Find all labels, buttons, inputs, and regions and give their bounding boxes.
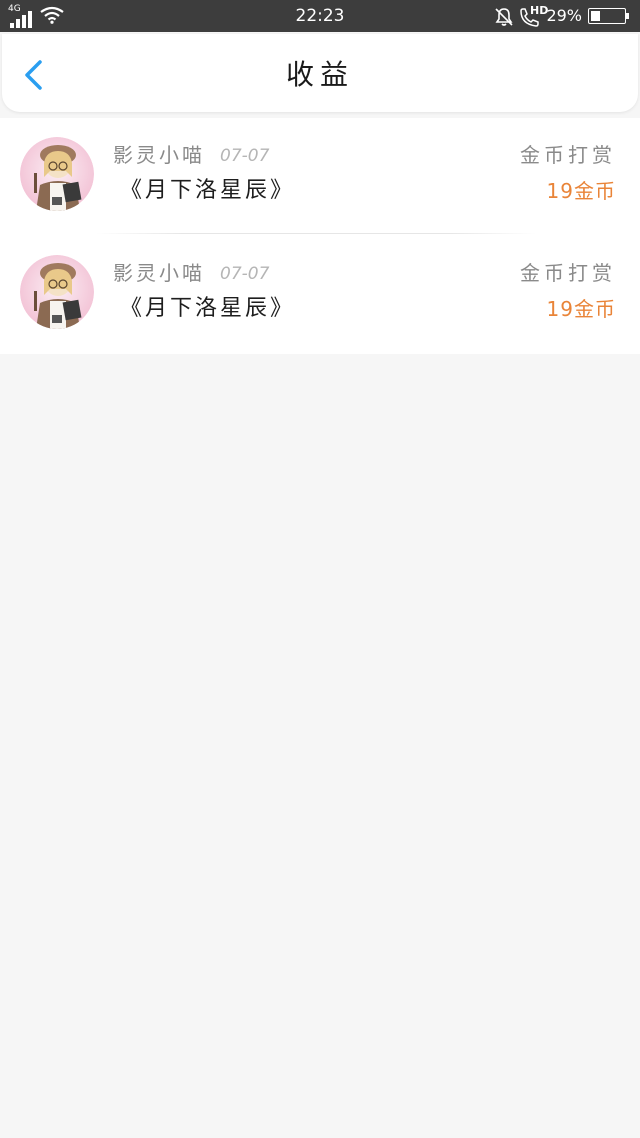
battery-percent: 29% xyxy=(546,6,582,25)
reward-date: 07-07 xyxy=(220,146,270,166)
reward-type: 金币打赏 xyxy=(520,261,616,285)
earnings-row[interactable]: 影灵小喵 07-07 《月下洛星辰》 金币打赏 19金币 xyxy=(0,236,640,354)
battery-icon xyxy=(588,8,632,26)
avatar xyxy=(20,137,94,211)
reward-date: 07-07 xyxy=(220,264,270,284)
phone-hd-icon: HD xyxy=(518,5,548,28)
status-right: HD 29% xyxy=(472,5,632,27)
earnings-list: 影灵小喵 07-07 《月下洛星辰》 金币打赏 19金币 影灵小喵 07-07 … xyxy=(0,118,640,354)
earnings-row[interactable]: 影灵小喵 07-07 《月下洛星辰》 金币打赏 19金币 xyxy=(0,118,640,236)
reward-amount: 19金币 xyxy=(546,297,616,321)
reward-type: 金币打赏 xyxy=(520,143,616,167)
divider xyxy=(96,233,536,234)
user-name: 影灵小喵 xyxy=(113,143,205,167)
status-bar: 4G 22:23 HD 29% xyxy=(0,0,640,32)
book-title: 《月下洛星辰》 xyxy=(120,296,296,321)
user-name: 影灵小喵 xyxy=(113,261,205,285)
page-title: 收益 xyxy=(285,58,354,91)
header: 收益 xyxy=(2,34,638,112)
book-title: 《月下洛星辰》 xyxy=(120,178,296,203)
bell-muted-icon xyxy=(495,8,513,26)
avatar xyxy=(20,255,94,329)
reward-amount: 19金币 xyxy=(546,179,616,203)
